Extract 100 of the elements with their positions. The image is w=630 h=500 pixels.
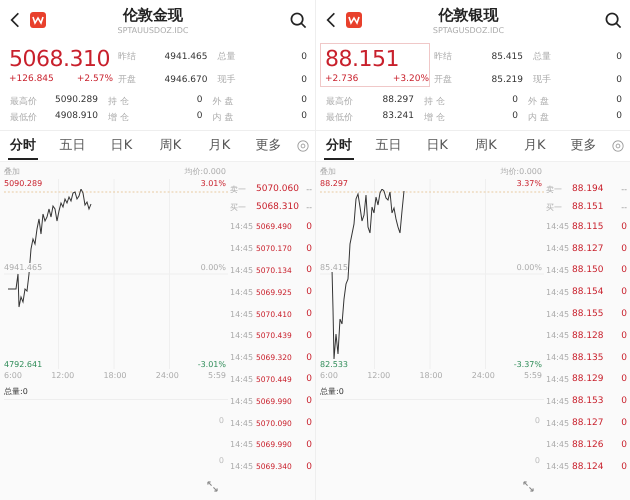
low-percent-label: -3.01% (198, 360, 226, 369)
trade-time: 14:45 (230, 353, 254, 362)
trade-time: 14:45 (230, 222, 254, 232)
trade-time: 14:45 (230, 418, 254, 428)
back-icon[interactable] (10, 12, 20, 28)
period-tab[interactable]: 五日 (364, 132, 413, 160)
trade-volume: 0 (621, 309, 627, 320)
stat-value: 0 (300, 95, 307, 107)
stat-label: 内 盘 (212, 112, 234, 124)
stat-value: 0 (300, 111, 307, 123)
app-logo-icon[interactable] (30, 12, 46, 28)
stat-label: 增 仓 (423, 112, 446, 124)
trade-time: 14:45 (230, 440, 254, 450)
search-icon[interactable] (605, 12, 622, 28)
stat-value: 0 (511, 95, 518, 107)
trade-price: 88.153 (572, 396, 604, 406)
period-tab[interactable]: 日K (97, 132, 146, 160)
order-volume: -- (621, 184, 627, 194)
period-tab[interactable]: 更多 (559, 132, 608, 160)
period-tab[interactable]: 更多 (244, 132, 293, 160)
trade-time: 14:45 (546, 418, 570, 428)
trade-price: 88.155 (572, 309, 604, 320)
trade-time: 14:45 (230, 331, 254, 340)
trade-volume: 0 (621, 222, 627, 232)
expand-icon[interactable] (207, 481, 218, 492)
trade-time: 14:45 (546, 266, 570, 275)
period-tab[interactable]: 月K (195, 132, 244, 160)
low-price-label: 4792.641 (4, 360, 42, 369)
period-tab[interactable]: 五日 (48, 132, 97, 160)
time-axis-label: 12:00 (367, 371, 390, 380)
trade-volume: 0 (306, 418, 312, 428)
back-icon[interactable] (326, 12, 336, 28)
trade-time: 14:45 (546, 396, 570, 406)
trade-volume: 0 (306, 265, 312, 276)
stat-label: 总量 (216, 50, 236, 63)
order-price: 88.194 (572, 184, 604, 194)
app-logo-icon[interactable] (346, 12, 362, 28)
trade-volume: 0 (306, 352, 312, 363)
time-axis-label: 6:00 (320, 371, 338, 380)
order-price: 5070.060 (256, 184, 300, 194)
expand-icon[interactable] (523, 481, 534, 492)
trade-volume: 0 (621, 396, 627, 406)
stat-label: 现手 (216, 74, 236, 86)
period-tab[interactable]: 分时 (324, 132, 354, 160)
trade-price: 88.127 (572, 418, 604, 428)
trade-volume: 0 (621, 462, 627, 472)
order-volume: -- (306, 202, 312, 212)
trade-volume: 0 (621, 374, 627, 384)
trade-volume: 0 (306, 222, 312, 232)
stat-value: 4946.670 (164, 74, 208, 84)
period-tab[interactable]: 分时 (8, 132, 38, 160)
trade-time: 14:45 (546, 244, 570, 254)
trade-volume: 0 (621, 440, 627, 450)
order-price: 88.151 (572, 202, 604, 212)
average-price-label: 均价:0.000 (500, 166, 542, 177)
time-axis-label: 24:00 (156, 371, 179, 380)
trade-volume: 0 (621, 244, 627, 254)
trade-price: 88.127 (572, 244, 604, 254)
period-tab[interactable]: 周K (462, 132, 510, 160)
price-change-percent: +3.20% (392, 74, 429, 84)
trade-time: 14:45 (546, 462, 570, 472)
stat-label: 最高价 (326, 96, 354, 108)
last-price: 5068.310 (9, 46, 110, 74)
period-tab[interactable]: 日K (412, 132, 462, 160)
last-price: 88.151 (325, 46, 399, 74)
stat-value: 85.415 (490, 52, 523, 62)
trade-volume: 0 (306, 287, 312, 298)
time-axis-label: 18:00 (419, 371, 443, 380)
time-axis-label: 5:59 (524, 371, 542, 380)
stat-value: 0 (300, 52, 307, 62)
trade-time: 14:45 (546, 331, 570, 340)
period-tab[interactable]: 周K (146, 132, 195, 160)
stat-value: 0 (300, 74, 307, 84)
instrument-code: SPTAGUSDOZ.IDC (432, 26, 504, 34)
settings-icon[interactable] (612, 140, 624, 152)
settings-icon[interactable] (297, 140, 309, 152)
trade-volume: 0 (306, 440, 312, 450)
search-icon[interactable] (290, 12, 307, 28)
volume-axis-label: 0 (218, 416, 224, 424)
stat-value: 0 (615, 52, 622, 62)
trade-price: 88.128 (572, 330, 604, 341)
stat-label: 现手 (532, 74, 552, 86)
trade-volume: 0 (306, 330, 312, 341)
order-volume: -- (306, 184, 312, 194)
price-change: +126.845 (9, 74, 54, 84)
period-tab[interactable]: 月K (510, 132, 560, 160)
stat-label: 最高价 (10, 96, 38, 108)
trade-price: 88.124 (572, 462, 604, 472)
trade-time: 14:45 (546, 353, 570, 362)
time-axis-label: 6:00 (4, 371, 22, 380)
trade-time: 14:45 (230, 396, 254, 406)
time-axis-label: 18:00 (103, 371, 127, 380)
average-price-label: 均价:0.000 (184, 166, 226, 177)
base-price-label: 4941.465 (4, 263, 42, 272)
instrument-code: SPTAUUSDOZ.IDC (117, 26, 188, 34)
trade-time: 14:45 (546, 440, 570, 450)
high-price-label: 5090.289 (4, 179, 42, 188)
trade-volume: 0 (306, 309, 312, 320)
volume-axis-label: 0 (218, 456, 224, 464)
trade-volume: 0 (306, 244, 312, 254)
